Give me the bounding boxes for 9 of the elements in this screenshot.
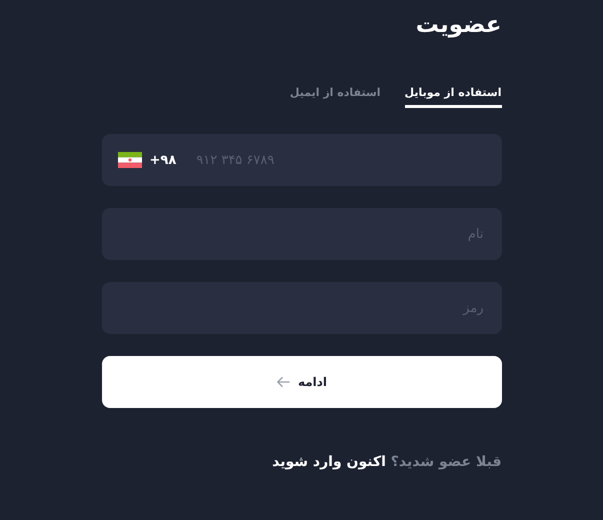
login-link[interactable]: اکنون وارد شوید bbox=[272, 454, 386, 470]
page-title: عضویت bbox=[414, 11, 502, 40]
tab[interactable]: استفاده از موبایل bbox=[404, 86, 502, 108]
continue-button[interactable]: ادامه bbox=[102, 356, 502, 408]
country-code: +۹۸ bbox=[150, 152, 176, 168]
flag-icon bbox=[118, 152, 142, 168]
login-prompt: قبلا عضو شدید؟ اکنون وارد شوید bbox=[271, 454, 502, 470]
arrow-left-icon bbox=[276, 376, 290, 388]
tab[interactable]: استفاده از ایمیل bbox=[290, 86, 381, 108]
